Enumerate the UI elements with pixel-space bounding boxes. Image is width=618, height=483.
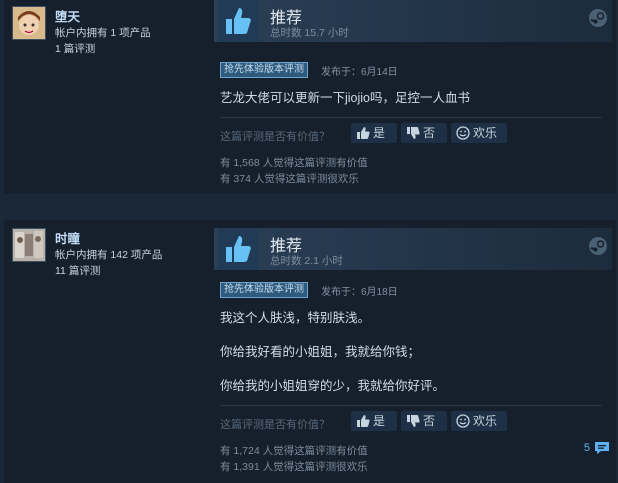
vote-no-button[interactable]: 否 xyxy=(401,123,447,143)
avatar[interactable] xyxy=(12,228,46,262)
username[interactable]: 时瞳 xyxy=(55,228,80,247)
thumbs-up-icon xyxy=(357,127,370,139)
funny-count: 有 1,391 人觉得这篇评测很欢乐 xyxy=(220,461,368,473)
vote-yes-label: 是 xyxy=(373,414,386,428)
funny-count: 有 374 人觉得这篇评测很欢乐 xyxy=(220,173,359,185)
review-card: 时瞳 帐户内拥有 142 项产品 11 篇评测 推荐 总时数 2.1 小时 抢先… xyxy=(4,220,616,483)
comment-count: 5 xyxy=(583,441,590,454)
review-text-line: 你给我的小姐姐穿的少，我就给你好评。 xyxy=(220,379,446,393)
smiley-icon xyxy=(456,126,470,140)
early-access-badge: 抢先体验版本评测 xyxy=(220,282,308,298)
products-owned[interactable]: 帐户内拥有 142 项产品 xyxy=(55,247,162,262)
posted-date: 发布于：6月14日 xyxy=(321,67,398,78)
review-header[interactable]: 推荐 总时数 15.7 小时 xyxy=(214,0,612,42)
vote-funny-label: 欢乐 xyxy=(473,126,498,140)
vote-no-button[interactable]: 否 xyxy=(401,411,447,431)
thumbs-down-icon xyxy=(407,415,420,427)
posted-date: 发布于：6月18日 xyxy=(321,287,398,298)
username[interactable]: 堕天 xyxy=(55,6,80,25)
hours-played: 总时数 15.7 小时 xyxy=(270,27,349,39)
vote-funny-label: 欢乐 xyxy=(473,414,498,428)
review-content: 推荐 总时数 2.1 小时 抢先体验版本评测 发布于：6月18日 我这个人肤浅，… xyxy=(214,220,616,483)
vote-funny-button[interactable]: 欢乐 xyxy=(451,123,507,143)
review-text-line: 你给我好看的小姐姐，我就给你钱； xyxy=(220,345,421,359)
vote-no-label: 否 xyxy=(423,414,436,428)
vote-no-label: 否 xyxy=(423,126,436,140)
divider xyxy=(220,405,602,406)
thumbs-up-icon xyxy=(218,228,258,270)
hours-played: 总时数 2.1 小时 xyxy=(270,255,343,267)
thumbs-up-icon xyxy=(357,415,370,427)
comments-link[interactable]: 5 xyxy=(584,441,610,455)
avatar[interactable] xyxy=(12,6,46,40)
vote-yes-button[interactable]: 是 xyxy=(351,411,397,431)
review-header[interactable]: 推荐 总时数 2.1 小时 xyxy=(214,228,612,270)
divider xyxy=(220,117,602,118)
vote-funny-button[interactable]: 欢乐 xyxy=(451,411,507,431)
steam-logo-icon xyxy=(589,9,607,27)
speech-bubble-icon xyxy=(595,442,609,454)
thumbs-up-icon xyxy=(218,0,258,42)
vote-yes-label: 是 xyxy=(373,126,386,140)
reviews-count[interactable]: 1 篇评测 xyxy=(55,41,95,56)
review-card: 堕天 帐户内拥有 1 项产品 1 篇评测 推荐 总时数 15.7 小时 抢先体验… xyxy=(4,0,616,194)
helpful-question: 这篇评测是否有价值？ xyxy=(220,419,330,431)
review-content: 推荐 总时数 15.7 小时 抢先体验版本评测 发布于：6月14日 艺龙大佬可以… xyxy=(214,0,616,194)
products-owned[interactable]: 帐户内拥有 1 项产品 xyxy=(55,25,151,40)
vote-yes-button[interactable]: 是 xyxy=(351,123,397,143)
review-text: 艺龙大佬可以更新一下jiojio吗，足控一人血书 xyxy=(220,91,471,105)
thumbs-down-icon xyxy=(407,127,420,139)
helpful-question: 这篇评测是否有价值？ xyxy=(220,131,330,143)
reviews-count[interactable]: 11 篇评测 xyxy=(55,263,100,278)
review-text-line: 我这个人肤浅，特别肤浅。 xyxy=(220,311,371,325)
smiley-icon xyxy=(456,414,470,428)
helpful-count: 有 1,568 人觉得这篇评测有价值 xyxy=(220,157,368,169)
helpful-count: 有 1,724 人觉得这篇评测有价值 xyxy=(220,445,368,457)
early-access-badge: 抢先体验版本评测 xyxy=(220,62,308,78)
steam-logo-icon xyxy=(589,237,607,255)
